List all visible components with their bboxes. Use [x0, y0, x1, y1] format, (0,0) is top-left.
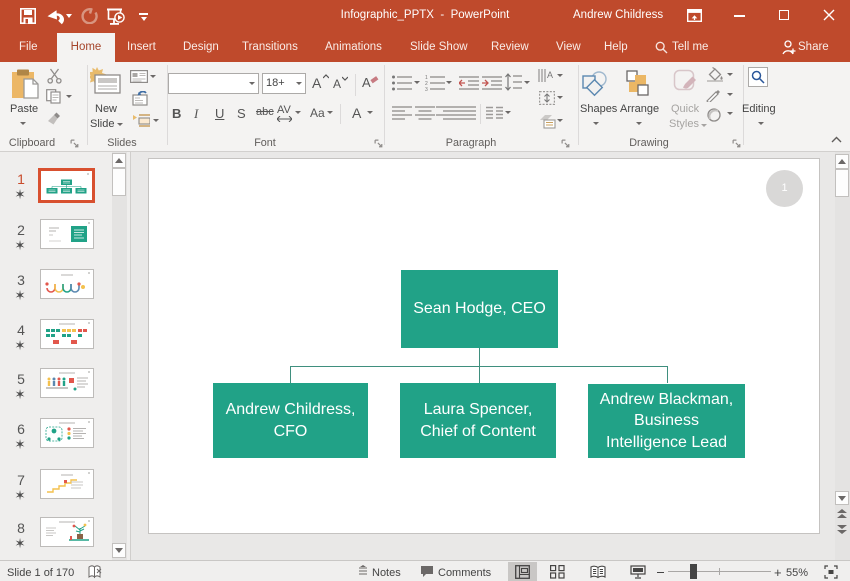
- svg-text:A: A: [547, 70, 553, 80]
- svg-text:3: 3: [425, 87, 428, 91]
